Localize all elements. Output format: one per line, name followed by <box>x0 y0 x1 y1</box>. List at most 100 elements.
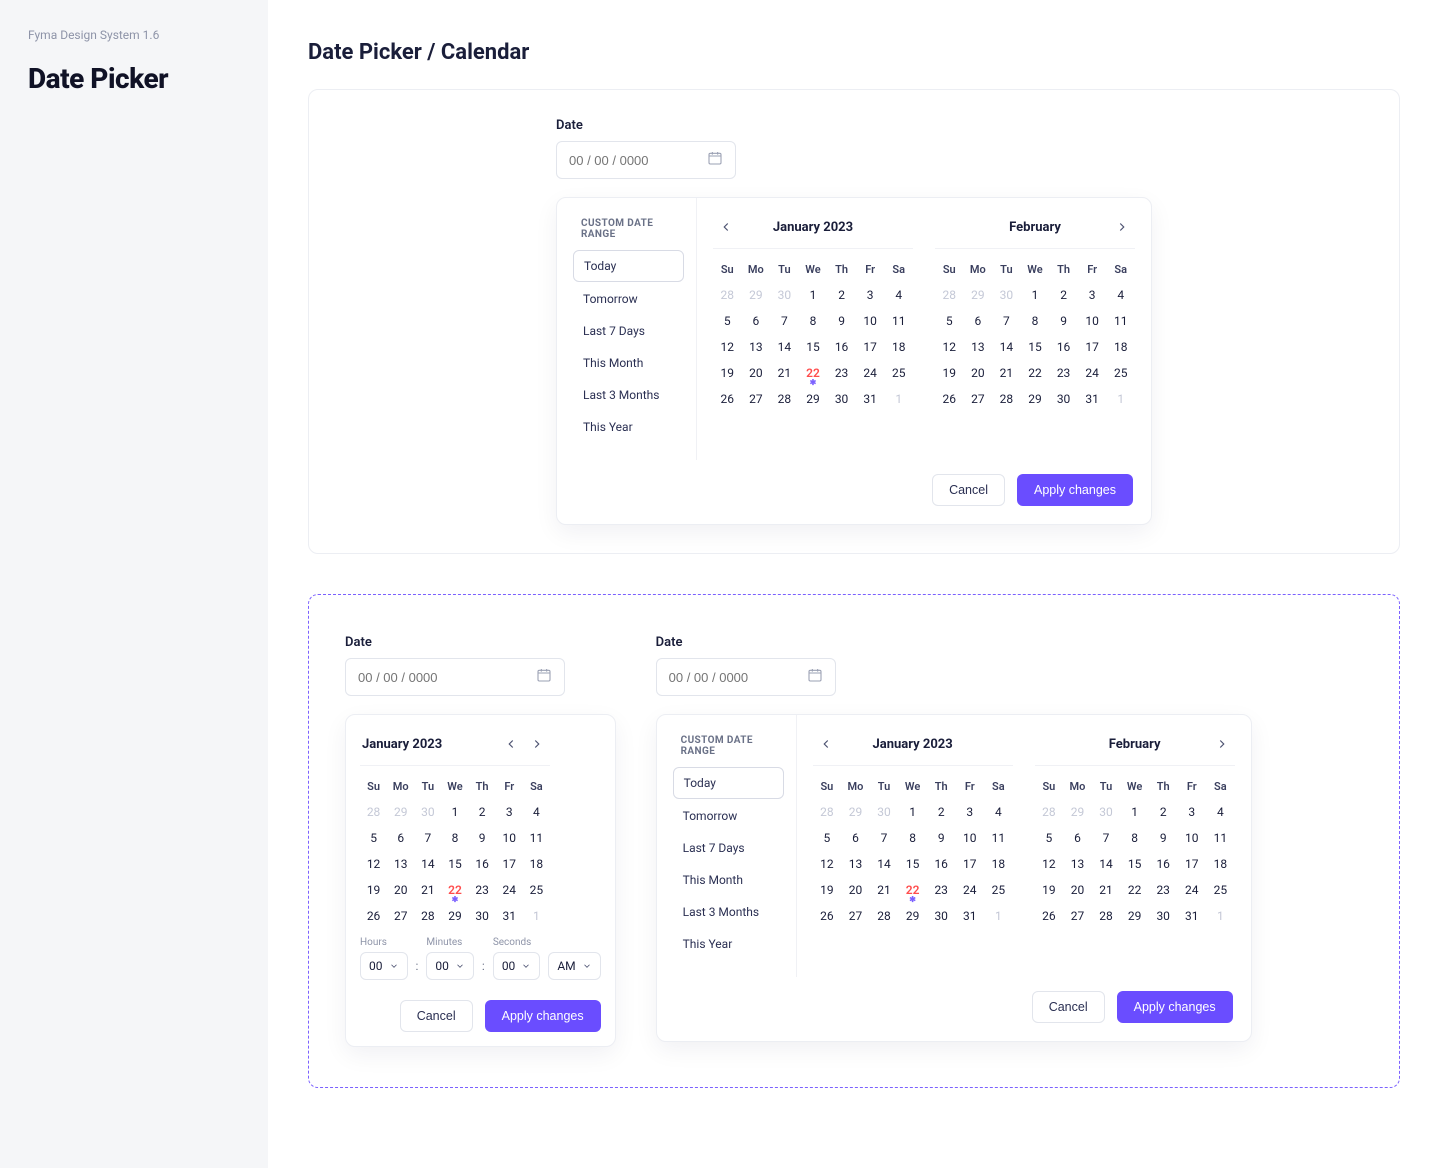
calendar-day[interactable]: 4 <box>884 282 913 308</box>
calendar-day[interactable]: 14 <box>770 334 799 360</box>
calendar-day[interactable]: 16 <box>827 334 856 360</box>
calendar-day[interactable]: 18 <box>523 851 550 877</box>
calendar-day[interactable]: 13 <box>964 334 993 360</box>
seconds-select[interactable]: 00 <box>493 952 541 980</box>
calendar-day[interactable]: 16 <box>1149 851 1178 877</box>
calendar-day[interactable]: 20 <box>387 877 414 903</box>
calendar-day[interactable]: 22✱ <box>799 360 828 386</box>
calendar-day[interactable]: 30 <box>1049 386 1078 412</box>
calendar-day[interactable]: 18 <box>884 334 913 360</box>
calendar-day[interactable]: 5 <box>813 825 842 851</box>
calendar-day[interactable]: 28 <box>1092 903 1121 929</box>
calendar-day[interactable]: 10 <box>955 825 984 851</box>
calendar-day[interactable]: 29 <box>441 903 468 929</box>
calendar-day[interactable]: 29 <box>841 799 870 825</box>
next-month-button[interactable] <box>1111 216 1133 238</box>
preset-item[interactable]: Last 7 Days <box>573 316 684 346</box>
calendar-day[interactable]: 17 <box>496 851 523 877</box>
calendar-day[interactable]: 30 <box>1092 799 1121 825</box>
calendar-day[interactable]: 31 <box>856 386 885 412</box>
next-month-button[interactable] <box>526 733 548 755</box>
calendar-day[interactable]: 3 <box>496 799 523 825</box>
calendar-day[interactable]: 24 <box>1177 877 1206 903</box>
calendar-day[interactable]: 16 <box>927 851 956 877</box>
calendar-day[interactable]: 28 <box>360 799 387 825</box>
calendar-day[interactable]: 1 <box>884 386 913 412</box>
calendar-day[interactable]: 24 <box>1078 360 1107 386</box>
calendar-day[interactable]: 3 <box>1177 799 1206 825</box>
calendar-day[interactable]: 31 <box>496 903 523 929</box>
calendar-day[interactable]: 12 <box>1035 851 1064 877</box>
prev-month-button[interactable] <box>815 733 837 755</box>
calendar-day[interactable]: 22✱ <box>898 877 927 903</box>
preset-item[interactable]: Tomorrow <box>673 801 784 831</box>
calendar-day[interactable]: 29 <box>1063 799 1092 825</box>
calendar-day[interactable]: 15 <box>441 851 468 877</box>
preset-item[interactable]: Last 7 Days <box>673 833 784 863</box>
calendar-day[interactable]: 18 <box>1106 334 1135 360</box>
apply-button[interactable]: Apply changes <box>1017 474 1133 506</box>
calendar-day[interactable]: 9 <box>469 825 496 851</box>
calendar-day[interactable]: 21 <box>1092 877 1121 903</box>
calendar-day[interactable]: 28 <box>935 282 964 308</box>
calendar-day[interactable]: 7 <box>414 825 441 851</box>
calendar-day[interactable]: 23 <box>1049 360 1078 386</box>
calendar-day[interactable]: 15 <box>1021 334 1050 360</box>
calendar-day[interactable]: 6 <box>387 825 414 851</box>
calendar-day[interactable]: 24 <box>496 877 523 903</box>
calendar-day[interactable]: 19 <box>1035 877 1064 903</box>
ampm-select[interactable]: AM <box>548 952 600 980</box>
calendar-day[interactable]: 20 <box>841 877 870 903</box>
calendar-day[interactable]: 21 <box>770 360 799 386</box>
calendar-day[interactable]: 1 <box>523 903 550 929</box>
calendar-day[interactable]: 12 <box>360 851 387 877</box>
calendar-day[interactable]: 30 <box>927 903 956 929</box>
calendar-day[interactable]: 1 <box>1106 386 1135 412</box>
calendar-day[interactable]: 9 <box>827 308 856 334</box>
preset-item[interactable]: Today <box>673 767 784 799</box>
calendar-day[interactable]: 30 <box>827 386 856 412</box>
minutes-select[interactable]: 00 <box>426 952 474 980</box>
calendar-day[interactable]: 28 <box>1035 799 1064 825</box>
calendar-day[interactable]: 29 <box>1120 903 1149 929</box>
calendar-day[interactable]: 1 <box>1021 282 1050 308</box>
calendar-day[interactable]: 26 <box>360 903 387 929</box>
calendar-day[interactable]: 2 <box>1149 799 1178 825</box>
calendar-day[interactable]: 7 <box>770 308 799 334</box>
calendar-day[interactable]: 28 <box>414 903 441 929</box>
calendar-day[interactable]: 31 <box>1177 903 1206 929</box>
calendar-day[interactable]: 31 <box>955 903 984 929</box>
date-input[interactable] <box>556 141 736 179</box>
calendar-day[interactable]: 12 <box>813 851 842 877</box>
calendar-day[interactable]: 2 <box>1049 282 1078 308</box>
preset-item[interactable]: Last 3 Months <box>673 897 784 927</box>
preset-item[interactable]: This Year <box>673 929 784 959</box>
calendar-day[interactable]: 7 <box>1092 825 1121 851</box>
calendar-day[interactable]: 20 <box>1063 877 1092 903</box>
calendar-day[interactable]: 3 <box>955 799 984 825</box>
calendar-day[interactable]: 23 <box>927 877 956 903</box>
calendar-day[interactable]: 10 <box>496 825 523 851</box>
calendar-day[interactable]: 1 <box>1206 903 1235 929</box>
date-text-input[interactable] <box>569 153 707 168</box>
calendar-day[interactable]: 18 <box>984 851 1013 877</box>
calendar-day[interactable]: 22 <box>1120 877 1149 903</box>
calendar-day[interactable]: 8 <box>441 825 468 851</box>
prev-month-button[interactable] <box>500 733 522 755</box>
calendar-day[interactable]: 5 <box>360 825 387 851</box>
calendar-day[interactable]: 20 <box>964 360 993 386</box>
calendar-day[interactable]: 12 <box>935 334 964 360</box>
calendar-day[interactable]: 28 <box>813 799 842 825</box>
calendar-day[interactable]: 13 <box>742 334 771 360</box>
calendar-day[interactable]: 1 <box>441 799 468 825</box>
calendar-day[interactable]: 23 <box>1149 877 1178 903</box>
calendar-day[interactable]: 4 <box>523 799 550 825</box>
date-text-input[interactable] <box>669 670 807 685</box>
date-text-input[interactable] <box>358 670 536 685</box>
calendar-day[interactable]: 2 <box>469 799 496 825</box>
preset-item[interactable]: Last 3 Months <box>573 380 684 410</box>
calendar-day[interactable]: 6 <box>841 825 870 851</box>
calendar-day[interactable]: 28 <box>870 903 899 929</box>
calendar-day[interactable]: 25 <box>984 877 1013 903</box>
calendar-day[interactable]: 19 <box>713 360 742 386</box>
